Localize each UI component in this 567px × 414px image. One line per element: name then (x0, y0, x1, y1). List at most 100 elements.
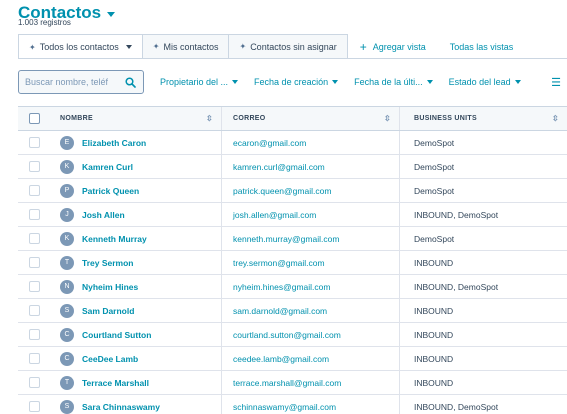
column-header-name[interactable]: NOMBRE ⇳ (50, 107, 222, 130)
row-select-cell (18, 305, 50, 316)
row-checkbox[interactable] (28, 377, 40, 388)
row-checkbox[interactable] (28, 401, 40, 412)
column-label: BUSINESS UNITS (414, 115, 477, 122)
filter-label: Estado del lead (448, 77, 511, 87)
contact-email-link[interactable]: schinnaswamy@gmail.com (233, 402, 336, 412)
chevron-down-icon[interactable] (125, 45, 132, 49)
business-units-cell: INBOUND (400, 323, 567, 346)
sort-icon[interactable]: ⇳ (384, 114, 391, 122)
table-row: C Courtland Sutton courtland.sutton@gmail.… (18, 323, 567, 347)
column-header-business-units[interactable]: BUSINESS UNITS ⇳ (400, 107, 567, 130)
row-checkbox[interactable] (28, 353, 40, 364)
business-units-value: INBOUND (414, 377, 454, 388)
filter-label: Propietario del ... (160, 77, 229, 87)
table-row: T Terrace Marshall terrace.marshall@gmail.… (18, 371, 567, 395)
row-checkbox[interactable] (28, 281, 40, 292)
contact-email-link[interactable]: kamren.curl@gmail.com (233, 162, 325, 172)
contact-email-link[interactable]: sam.darnold@gmail.com (233, 306, 327, 316)
tab-unassigned-contacts[interactable]: ✦ Contactos sin asignar (229, 34, 348, 59)
contact-name-link[interactable]: Patrick Queen (82, 186, 139, 196)
contact-email-link[interactable]: trey.sermon@gmail.com (233, 258, 325, 268)
row-checkbox[interactable] (28, 185, 40, 196)
table-row: K Kenneth Murray kenneth.murray@gmail.com D… (18, 227, 567, 251)
row-checkbox[interactable] (28, 257, 40, 268)
table-row: T Trey Sermon trey.sermon@gmail.com INBOUND (18, 251, 567, 275)
filter-lead-status[interactable]: Estado del lead (449, 77, 521, 87)
contact-email-link[interactable]: ecaron@gmail.com (233, 138, 306, 148)
row-select-cell (18, 353, 50, 364)
filter-owner[interactable]: Propietario del ... (160, 77, 239, 87)
tab-my-contacts[interactable]: ✦ Mis contactos (142, 34, 230, 59)
row-checkbox[interactable] (28, 233, 40, 244)
contact-name-link[interactable]: Sam Darnold (82, 306, 134, 316)
settings-icon[interactable]: ☰ (551, 76, 561, 89)
contact-email-link[interactable]: terrace.marshall@gmail.com (233, 378, 341, 388)
filter-bar: Propietario del ... Fecha de creación Fe… (18, 70, 567, 94)
row-select-cell (18, 377, 50, 388)
chevron-down-icon (426, 80, 433, 84)
business-units-value: INBOUND, DemoSpot (414, 281, 499, 292)
all-views-link[interactable]: Todas las vistas (438, 34, 526, 59)
search-icon[interactable] (124, 76, 137, 89)
business-units-value: INBOUND (414, 353, 454, 364)
search-box (18, 70, 144, 94)
record-count: 1.003 registros (18, 18, 71, 27)
row-select-cell (18, 401, 50, 412)
email-cell: nyheim.hines@gmail.com (222, 275, 400, 298)
row-checkbox[interactable] (28, 305, 40, 316)
sort-icon[interactable]: ⇳ (552, 114, 559, 122)
filter-label: Fecha de creación (254, 77, 329, 87)
add-view-button[interactable]: + Agregar vista (348, 34, 438, 59)
contact-name-link[interactable]: Sara Chinnaswamy (82, 402, 160, 412)
contact-email-link[interactable]: ceedee.lamb@gmail.com (233, 354, 329, 364)
business-units-cell: DemoSpot (400, 227, 567, 250)
row-checkbox[interactable] (28, 329, 40, 340)
table-body: E Elizabeth Caron ecaron@gmail.com DemoSpot… (18, 131, 567, 414)
filter-created-date[interactable]: Fecha de creación (254, 77, 339, 87)
email-cell: patrick.queen@gmail.com (222, 179, 400, 202)
avatar: N (60, 279, 74, 294)
contact-name-link[interactable]: Terrace Marshall (82, 378, 149, 388)
business-units-cell: INBOUND, DemoSpot (400, 275, 567, 298)
business-units-cell: DemoSpot (400, 155, 567, 178)
tab-all-contacts[interactable]: ✦ Todos los contactos (18, 34, 143, 59)
business-units-value: INBOUND (414, 329, 454, 340)
business-units-cell: INBOUND (400, 347, 567, 370)
column-label: NOMBRE (60, 115, 93, 122)
select-all-cell (18, 113, 50, 124)
contact-name-link[interactable]: Courtland Sutton (82, 330, 151, 340)
column-header-email[interactable]: CORREO ⇳ (222, 107, 400, 130)
contact-email-link[interactable]: courtland.sutton@gmail.com (233, 330, 341, 340)
tab-label: Todos los contactos (39, 42, 119, 52)
row-checkbox[interactable] (28, 209, 40, 220)
name-cell: K Kenneth Murray (50, 227, 222, 250)
name-cell: K Kamren Curl (50, 155, 222, 178)
contact-email-link[interactable]: kenneth.murray@gmail.com (233, 234, 339, 244)
business-units-value: INBOUND (414, 305, 454, 316)
business-units-cell: INBOUND (400, 299, 567, 322)
contact-email-link[interactable]: josh.allen@gmail.com (233, 210, 316, 220)
search-input[interactable] (25, 77, 119, 87)
contact-name-link[interactable]: CeeDee Lamb (82, 354, 138, 364)
name-cell: S Sam Darnold (50, 299, 222, 322)
business-units-cell: INBOUND (400, 251, 567, 274)
select-all-checkbox[interactable] (28, 113, 40, 124)
name-cell: C Courtland Sutton (50, 323, 222, 346)
contact-name-link[interactable]: Kenneth Murray (82, 234, 147, 244)
avatar: C (60, 351, 74, 366)
filter-last-activity-date[interactable]: Fecha de la últi... (354, 77, 433, 87)
contact-name-link[interactable]: Kamren Curl (82, 162, 133, 172)
row-select-cell (18, 209, 50, 220)
row-checkbox[interactable] (28, 137, 40, 148)
contact-name-link[interactable]: Trey Sermon (82, 258, 134, 268)
business-units-cell: INBOUND (400, 371, 567, 394)
pin-icon: ✦ (29, 42, 36, 52)
contact-name-link[interactable]: Elizabeth Caron (82, 138, 146, 148)
email-cell: schinnaswamy@gmail.com (222, 395, 400, 414)
contact-name-link[interactable]: Nyheim Hines (82, 282, 138, 292)
contact-email-link[interactable]: patrick.queen@gmail.com (233, 186, 331, 196)
contact-name-link[interactable]: Josh Allen (82, 210, 125, 220)
row-checkbox[interactable] (28, 161, 40, 172)
sort-icon[interactable]: ⇳ (206, 114, 213, 122)
contact-email-link[interactable]: nyheim.hines@gmail.com (233, 282, 330, 292)
